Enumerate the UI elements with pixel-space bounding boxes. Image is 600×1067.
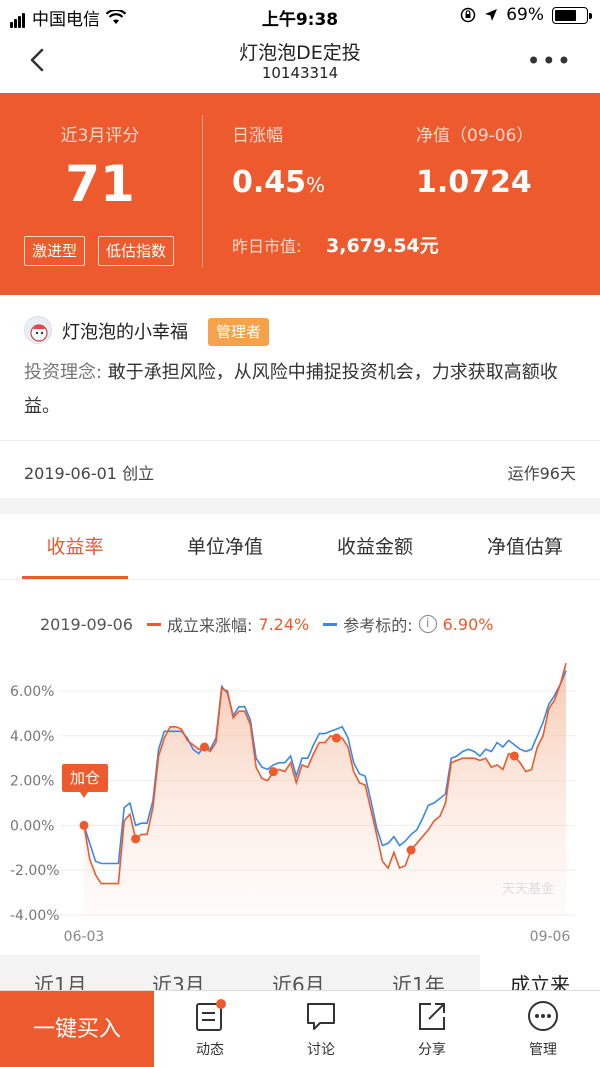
created-date: 2019-06-01 创立 — [24, 464, 155, 483]
chart-legend: 2019-09-06 成立来涨幅: 7.24% 参考标的: i 6.90% — [40, 612, 493, 636]
period-since-inception[interactable]: 成立来 — [480, 955, 600, 995]
trade-marker — [509, 751, 519, 761]
running-days: 运作96天 — [507, 464, 576, 483]
y-tick-label: -4.00% — [10, 908, 60, 924]
tag-low-valuation: 低估指数 — [98, 236, 175, 266]
nav-bar: 灯泡泡DE定投 10143314 ••• — [0, 32, 600, 92]
market-value: 3,679.54元 — [326, 235, 439, 257]
score-label: 近3月评分 — [60, 126, 140, 146]
more-circle-icon — [528, 1001, 558, 1031]
add-position-annotation: 加仓 — [62, 764, 108, 798]
investment-philosophy: 投资理念: 敢于承担风险，从风险中捕捉投资机会，力求获取高额收益。 — [24, 362, 558, 417]
nav-label: 净值（09-06） — [416, 126, 534, 146]
manager-name[interactable]: 灯泡泡的小幸福 — [62, 318, 188, 344]
page-title: 灯泡泡DE定投 — [239, 42, 361, 64]
dynamics-label: 动态 — [196, 1042, 224, 1058]
trade-marker — [79, 820, 89, 830]
share-label: 分享 — [418, 1042, 446, 1058]
discussion-label: 讨论 — [307, 1042, 335, 1058]
location-icon — [485, 9, 498, 21]
annotation-label: 加仓 — [70, 769, 100, 787]
nav-manage[interactable]: 管理 — [503, 999, 583, 1059]
y-tick-label: 4.00% — [10, 729, 54, 745]
daily-change-value: 0.45% — [232, 165, 326, 200]
legend-swatch-blue — [323, 622, 338, 626]
nav-dynamics[interactable]: 动态 — [170, 999, 250, 1059]
share-icon — [419, 1003, 445, 1030]
manager-section: 灯泡泡的小幸福 管理者 投资理念: 敢于承担风险，从风险中捕捉投资机会，力求获取… — [0, 296, 600, 440]
x-label-start: 06-03 — [64, 929, 105, 945]
status-bar: 中国电信 上午9:38 69% — [0, 0, 600, 32]
chat-bubble-icon — [307, 1003, 335, 1030]
bottom-bar: 一键买入 动态 讨论 分享 管理 — [0, 990, 600, 1067]
y-tick-label: -2.00% — [10, 863, 60, 879]
manage-label: 管理 — [529, 1042, 557, 1058]
one-click-buy-button[interactable]: 一键买入 — [0, 991, 154, 1067]
trade-marker — [268, 767, 278, 777]
fund-info-row: 2019-06-01 创立 运作96天 — [0, 440, 600, 498]
tab-unit-nav[interactable]: 单位净值 — [172, 532, 278, 559]
tab-return-amount[interactable]: 收益金额 — [322, 532, 428, 559]
tag-aggressive: 激进型 — [24, 236, 86, 266]
fund-code: 10143314 — [261, 64, 339, 82]
x-label-end: 09-06 — [530, 929, 571, 945]
trade-marker — [331, 733, 341, 743]
y-tick-label: 6.00% — [10, 684, 54, 700]
trade-marker — [131, 834, 141, 844]
info-icon[interactable]: i — [418, 615, 437, 633]
score-value: 71 — [65, 155, 135, 213]
legend-series1-label: 成立来涨幅: — [166, 616, 253, 635]
tab-return-rate[interactable]: 收益率 — [22, 532, 128, 559]
legend-series2-value: 6.90% — [442, 614, 494, 634]
return-chart: 6.00% 4.00% 2.00% 0.00% -2.00% -4.00% 天天基金 06… — [10, 662, 576, 945]
watermark: 天天基金 — [502, 881, 554, 897]
legend-swatch-orange — [146, 622, 161, 626]
trade-marker — [406, 845, 416, 855]
nav-value: 1.0724 — [416, 165, 532, 200]
series-area-fill — [84, 663, 566, 915]
dynamics-icon — [196, 999, 226, 1031]
section-gap — [0, 498, 600, 514]
y-tick-label: 2.00% — [10, 774, 54, 790]
legend-series2-label: 参考标的: — [343, 616, 413, 635]
nav-discussion[interactable]: 讨论 — [281, 999, 361, 1059]
rotation-lock-icon — [460, 7, 476, 23]
nav-share[interactable]: 分享 — [392, 999, 472, 1059]
chart-tabs: 收益率 单位净值 收益金额 净值估算 — [0, 514, 600, 580]
more-icon[interactable]: ••• — [527, 49, 572, 73]
divider — [202, 115, 203, 267]
active-tab-indicator — [22, 576, 128, 579]
y-tick-label: 0.00% — [10, 818, 54, 834]
legend-date: 2019-09-06 — [40, 614, 133, 634]
trade-marker — [200, 742, 209, 752]
manager-avatar[interactable] — [24, 316, 52, 344]
legend-series1-value: 7.24% — [258, 614, 310, 634]
daily-change-label: 日涨幅 — [232, 126, 283, 146]
manager-badge: 管理者 — [208, 318, 270, 346]
fund-summary-panel: 近3月评分 71 激进型 低估指数 日涨幅 0.45% 净值（09-06） 1.… — [0, 93, 600, 295]
period-tabs: 近1月 近3月 近6月 近1年 成立来 — [0, 955, 600, 995]
battery-percent: 69% — [506, 5, 544, 25]
market-value-label: 昨日市值: — [232, 237, 302, 256]
battery-icon — [552, 6, 592, 24]
tab-nav-estimate[interactable]: 净值估算 — [472, 532, 578, 559]
